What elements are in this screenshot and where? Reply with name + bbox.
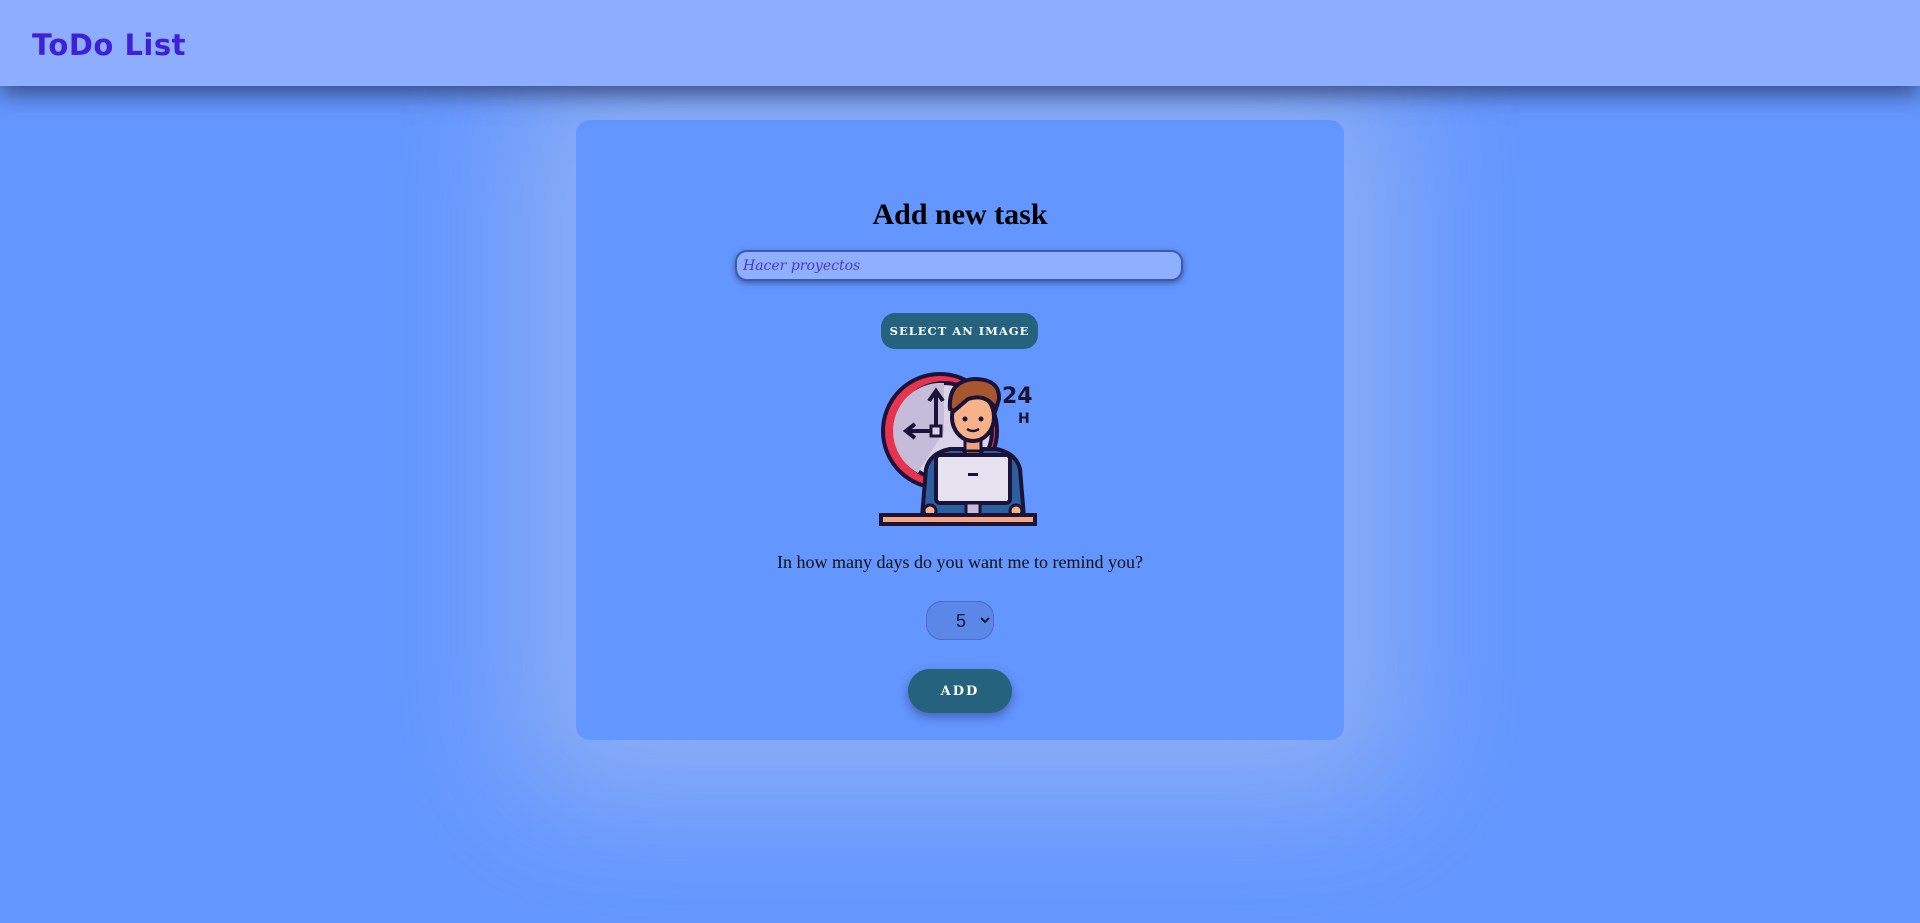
person-at-computer-24h-clock-icon: 24 H bbox=[879, 372, 1037, 526]
task-name-input[interactable] bbox=[735, 250, 1183, 281]
svg-text:24: 24 bbox=[1002, 384, 1033, 409]
add-task-button[interactable]: ADD bbox=[908, 669, 1012, 713]
remind-days-label: In how many days do you want me to remin… bbox=[777, 552, 1143, 572]
top-navbar: ToDo List bbox=[0, 0, 1920, 86]
svg-text:H: H bbox=[1018, 411, 1030, 427]
page-title: Add new task bbox=[872, 198, 1048, 231]
remind-days-select[interactable]: 5 bbox=[926, 601, 994, 640]
select-image-button[interactable]: SELECT AN IMAGE bbox=[881, 313, 1038, 349]
app-brand[interactable]: ToDo List bbox=[32, 28, 186, 62]
